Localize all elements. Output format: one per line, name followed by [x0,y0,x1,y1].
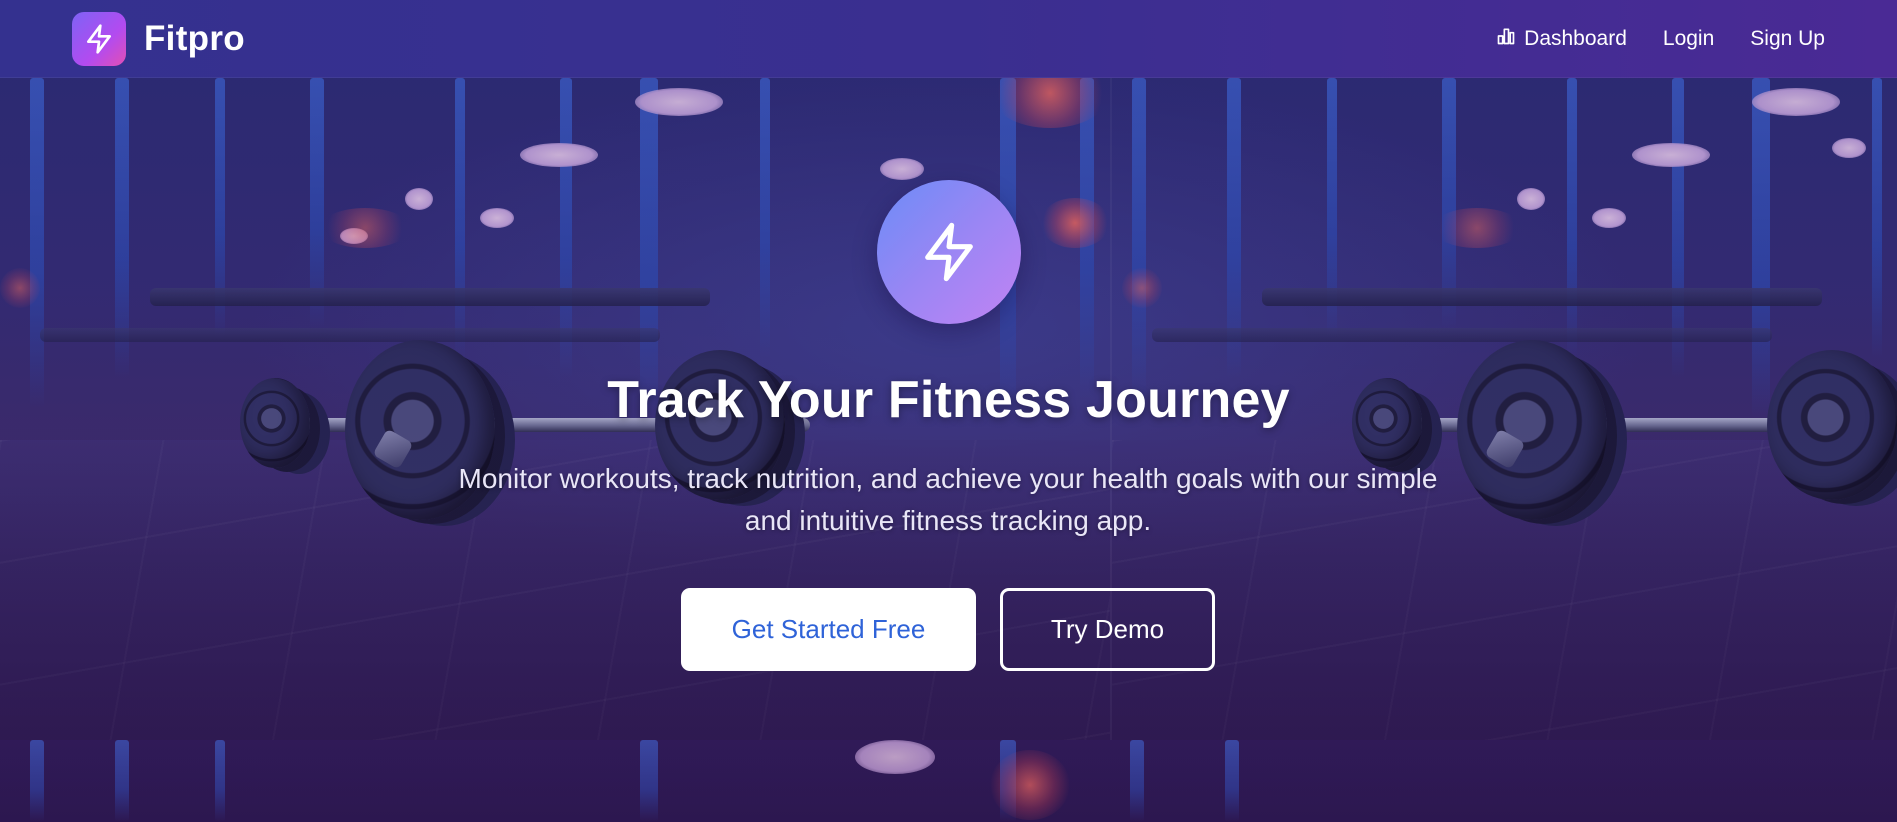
hero-title: Track Your Fitness Journey [607,371,1290,429]
nav-links: Dashboard Login Sign Up [1496,26,1825,52]
nav-login-link[interactable]: Login [1663,27,1714,51]
nav-signup-link[interactable]: Sign Up [1750,27,1825,51]
brand-name: Fitpro [144,18,245,58]
nav-dashboard-label: Dashboard [1524,26,1627,50]
nav-dashboard-link[interactable]: Dashboard [1496,26,1627,52]
get-started-button[interactable]: Get Started Free [681,588,976,671]
top-navbar: Fitpro Dashboard Login Sign Up [0,0,1897,78]
bar-chart-icon [1496,26,1516,52]
lightning-bolt-icon [72,11,126,66]
hero-subtitle: Monitor workouts, track nutrition, and a… [458,463,1438,536]
try-demo-button[interactable]: Try Demo [1000,588,1215,671]
hero-lightning-bolt-icon [877,180,1021,324]
brand-home-link[interactable]: Fitpro [72,11,245,66]
